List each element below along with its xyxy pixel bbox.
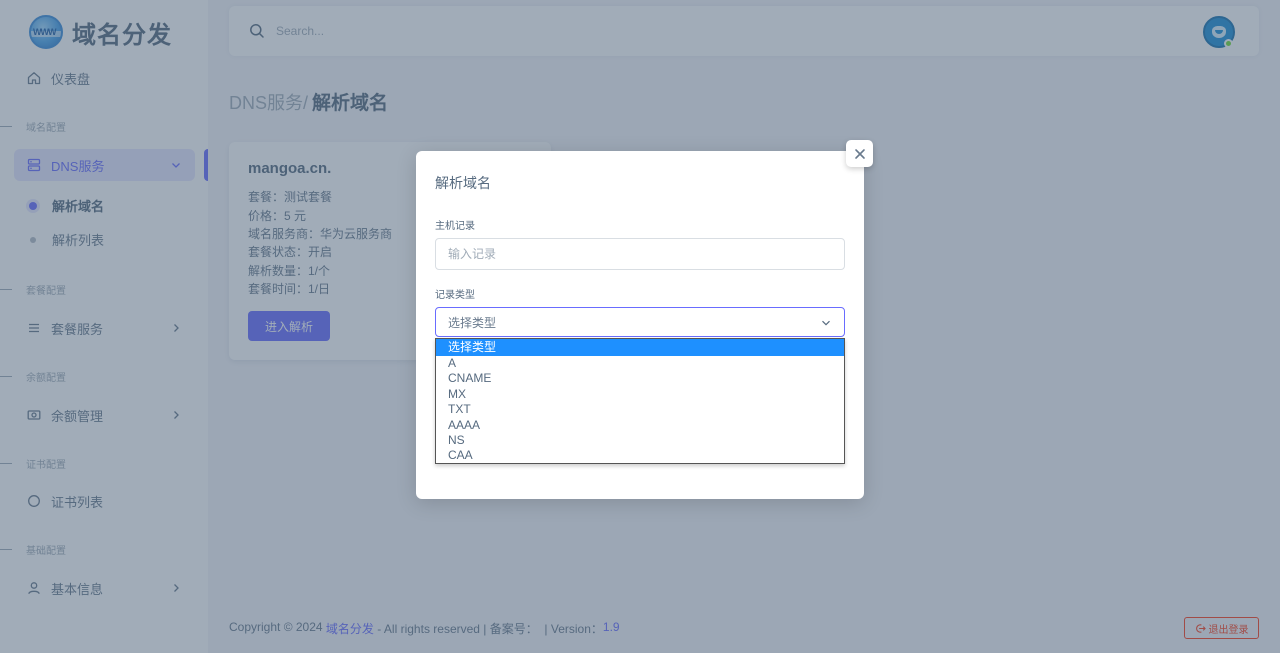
record-type-option[interactable]: AAAA — [436, 418, 844, 433]
modal-title: 解析域名 — [435, 175, 491, 191]
chevron-down-icon — [822, 320, 830, 326]
record-type-option[interactable]: 选择类型 — [436, 339, 844, 356]
record-type-dropdown: 选择类型 A CNAME MX TXT AAAA NS CAA — [435, 338, 845, 464]
host-record-label: 主机记录 — [435, 221, 475, 232]
record-type-option[interactable]: CNAME — [436, 371, 844, 386]
close-icon — [854, 148, 865, 159]
record-type-option[interactable]: CAA — [436, 448, 844, 463]
record-type-option[interactable]: A — [436, 356, 844, 371]
record-type-option[interactable]: NS — [436, 433, 844, 448]
modal-close-button[interactable] — [846, 140, 873, 167]
record-type-label: 记录类型 — [435, 290, 475, 301]
record-type-option[interactable]: MX — [436, 387, 844, 402]
host-record-input[interactable] — [435, 238, 845, 270]
record-type-option[interactable]: TXT — [436, 402, 844, 417]
record-type-value: 选择类型 — [448, 315, 497, 330]
record-type-select[interactable]: 选择类型 — [435, 307, 845, 337]
